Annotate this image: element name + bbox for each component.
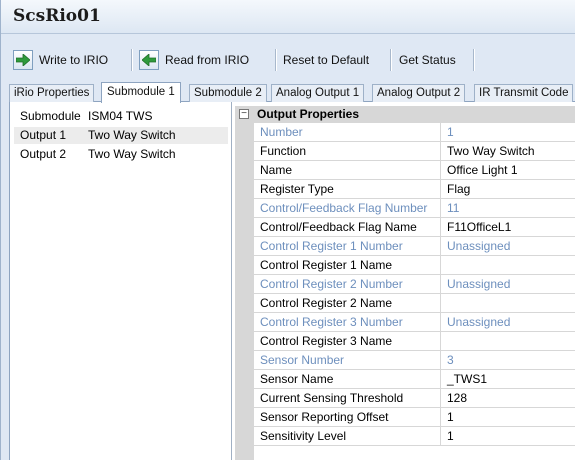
property-row: Register Type Flag	[254, 180, 575, 199]
property-row: Sensor Name _TWS1	[254, 370, 575, 389]
write-to-irio-button[interactable]: Write to IRIO	[13, 46, 108, 74]
toolbar-separator	[473, 49, 474, 71]
reset-to-default-button[interactable]: Reset to Default	[283, 46, 369, 74]
toolbar-separator	[131, 49, 132, 71]
tab-strip: iRio Properties Submodule 1 Submodule 2 …	[9, 82, 575, 103]
property-row: Control Register 1 Number Unassigned	[254, 237, 575, 256]
tab-analog-output-2[interactable]: Analog Output 2	[372, 84, 466, 102]
property-name: Control Register 2 Number	[254, 275, 441, 293]
read-from-irio-button[interactable]: Read from IRIO	[139, 46, 249, 74]
property-name: Sensor Number	[254, 351, 441, 369]
property-value[interactable]	[442, 332, 575, 350]
property-name: Sensor Name	[254, 370, 441, 388]
property-value: 11	[447, 201, 460, 215]
property-row: Control Register 1 Name	[254, 256, 575, 275]
get-status-button[interactable]: Get Status	[399, 46, 456, 74]
property-name: Control Register 1 Number	[254, 237, 441, 255]
property-name: Control/Feedback Flag Name	[254, 218, 441, 236]
list-item-label: Output 1	[20, 128, 67, 142]
property-name: Sensitivity Level	[254, 427, 441, 445]
property-row: Function Two Way Switch	[254, 142, 575, 161]
property-row: Number 1	[254, 123, 575, 142]
property-row: Control Register 2 Name	[254, 294, 575, 313]
property-name: Register Type	[254, 180, 441, 198]
property-value: Unassigned	[447, 315, 511, 329]
property-name: Function	[254, 142, 441, 160]
property-name: Control/Feedback Flag Number	[254, 199, 441, 217]
grid-gutter	[235, 106, 254, 460]
property-row: Control Register 3 Number Unassigned	[254, 313, 575, 332]
tab-irio-properties[interactable]: iRio Properties	[9, 84, 95, 102]
tab-analog-output-1[interactable]: Analog Output 1	[271, 84, 365, 102]
property-row: Sensitivity Level 1	[254, 427, 575, 446]
window-title: ScsRio01	[13, 6, 101, 26]
write-to-irio-label: Write to IRIO	[39, 53, 109, 67]
property-name: Current Sensing Threshold	[254, 389, 441, 407]
category-header: − Output Properties	[235, 106, 575, 123]
tab-ir-transmit-code[interactable]: IR Transmit Code	[474, 84, 574, 102]
list-item-value: ISM04 TWS	[88, 109, 153, 123]
list-item-submodule[interactable]: Submodule ISM04 TWS	[14, 108, 228, 125]
property-row: Name Office Light 1	[254, 161, 575, 180]
property-value[interactable]: 1	[442, 408, 575, 426]
tab-submodule-2[interactable]: Submodule 2	[189, 84, 267, 102]
property-value[interactable]: F11OfficeL1	[442, 218, 575, 236]
list-item-output-2[interactable]: Output 2 Two Way Switch	[14, 146, 228, 163]
property-row: Control/Feedback Flag Number 11	[254, 199, 575, 218]
property-value[interactable]: Flag	[442, 180, 575, 198]
property-name: Control Register 3 Number	[254, 313, 441, 331]
property-value[interactable]: 128	[442, 389, 575, 407]
property-value[interactable]	[442, 294, 575, 312]
property-row: Control/Feedback Flag Name F11OfficeL1	[254, 218, 575, 237]
main-window: ScsRio01 Write to IRIO Read from IRIO Re…	[0, 0, 575, 460]
collapse-icon[interactable]: −	[239, 109, 249, 119]
property-row: Control Register 3 Name	[254, 332, 575, 351]
list-item-label: Output 2	[20, 147, 67, 161]
property-value: Unassigned	[447, 239, 511, 253]
list-item-value: Two Way Switch	[88, 147, 176, 161]
property-row: Sensor Number 3	[254, 351, 575, 370]
toolbar-separator	[390, 49, 391, 71]
property-value: 3	[447, 353, 454, 367]
property-name: Control Register 3 Name	[254, 332, 441, 350]
title-bar: ScsRio01	[1, 0, 575, 34]
category-title: Output Properties	[257, 107, 360, 121]
toolbar: Write to IRIO Read from IRIO Reset to De…	[9, 46, 575, 74]
property-name: Name	[254, 161, 441, 179]
property-value[interactable]: Office Light 1	[442, 161, 575, 179]
property-value: 1	[447, 125, 454, 139]
tab-content: Submodule ISM04 TWS Output 1 Two Way Swi…	[9, 102, 575, 460]
property-grid: − Output Properties Number 1 Function Tw…	[235, 106, 575, 460]
property-value[interactable]: _TWS1	[442, 370, 575, 388]
list-item-output-1[interactable]: Output 1 Two Way Switch	[14, 127, 228, 144]
reset-to-default-label: Reset to Default	[283, 53, 370, 67]
arrow-right-icon	[13, 50, 33, 70]
property-name: Control Register 2 Name	[254, 294, 441, 312]
read-from-irio-label: Read from IRIO	[165, 53, 250, 67]
property-row: Sensor Reporting Offset 1	[254, 408, 575, 427]
toolbar-separator	[275, 49, 276, 71]
property-value: Unassigned	[447, 277, 511, 291]
property-row: Current Sensing Threshold 128	[254, 389, 575, 408]
property-value[interactable]: Two Way Switch	[442, 142, 575, 160]
property-row: Control Register 2 Number Unassigned	[254, 275, 575, 294]
list-item-value: Two Way Switch	[88, 128, 176, 142]
list-item-label: Submodule	[20, 109, 81, 123]
get-status-label: Get Status	[399, 53, 456, 67]
submodule-list: Submodule ISM04 TWS Output 1 Two Way Swi…	[10, 102, 232, 460]
tab-submodule-1[interactable]: Submodule 1	[101, 82, 181, 103]
property-name: Control Register 1 Name	[254, 256, 441, 274]
property-name: Sensor Reporting Offset	[254, 408, 441, 426]
arrow-left-icon	[139, 50, 159, 70]
property-name: Number	[254, 123, 441, 141]
property-value[interactable]: 1	[442, 427, 575, 445]
property-value[interactable]	[442, 256, 575, 274]
